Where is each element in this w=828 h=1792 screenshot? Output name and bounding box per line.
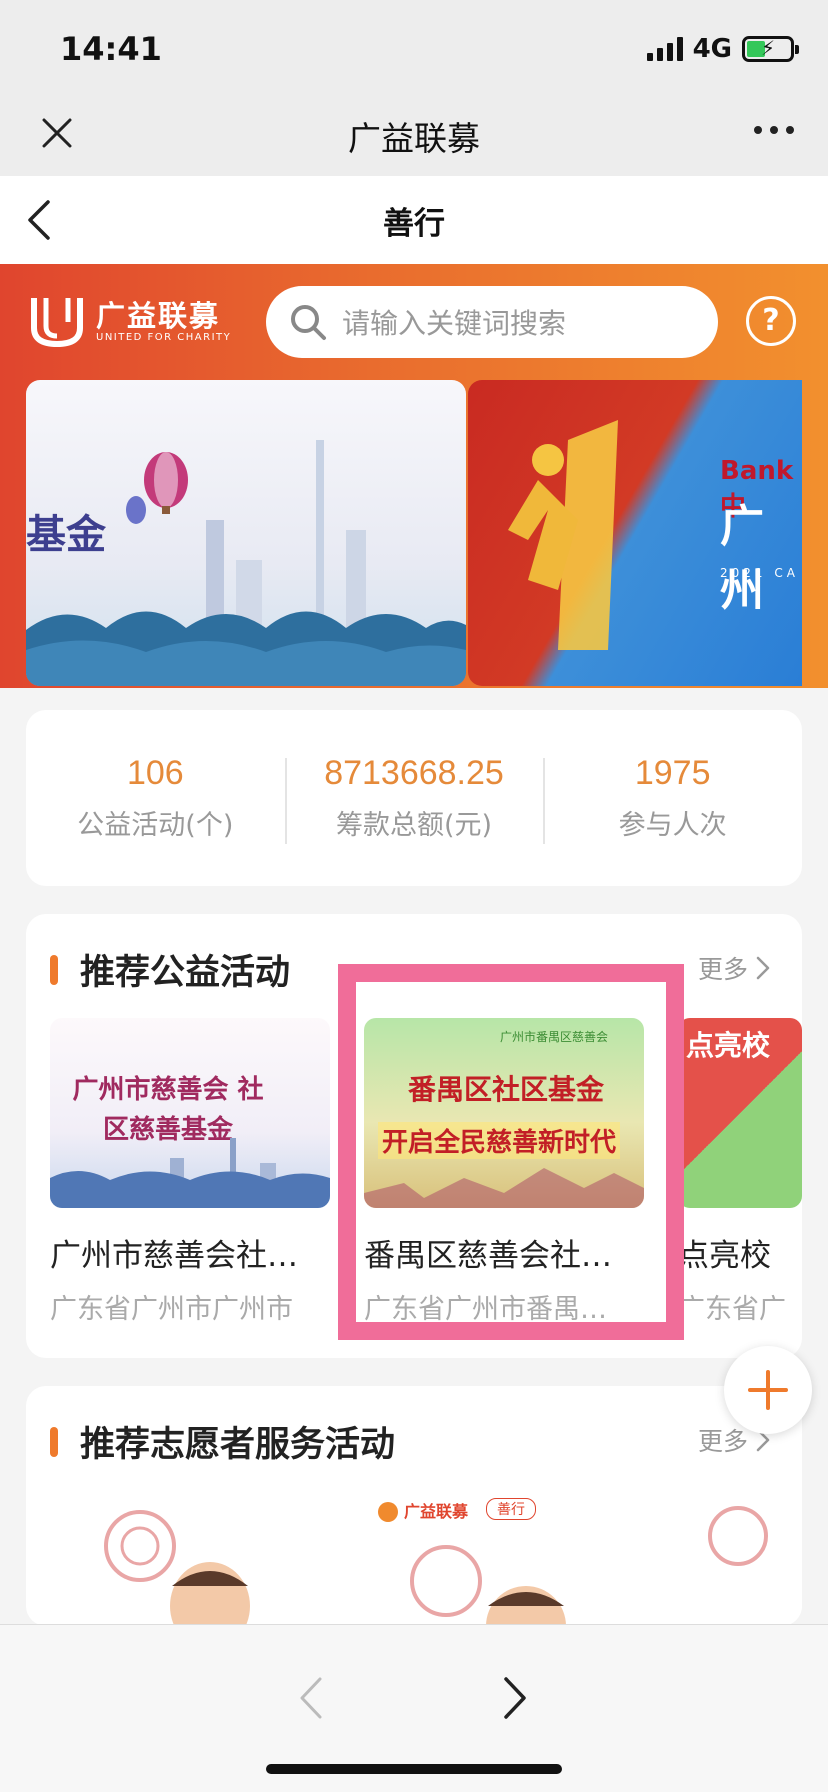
mini-program-bar: 广益联募 [0, 100, 828, 176]
activity-thumb-badge: 广州市番禺区慈善会 [500, 1030, 609, 1044]
hero-header: 广益联募 UNITED FOR CHARITY 请输入关键词搜索 ? 基金 Ba… [0, 264, 828, 688]
volunteer-card-tag: 善行 [486, 1498, 536, 1520]
stat-label: 筹款总额(元) [335, 810, 493, 841]
banner-2-text-3: 2021 CA [720, 566, 799, 580]
activity-thumb-title: 番禺区社区基金 [408, 1073, 605, 1106]
skyline-illustration [50, 1138, 330, 1208]
stat-value: 8713668.25 [324, 754, 504, 792]
stat-label: 参与人次 [618, 810, 727, 841]
activity-name: 点亮校 [678, 1238, 771, 1274]
activity-card[interactable]: 点亮校 点亮校 广东省广 [678, 1018, 802, 1326]
more-icon[interactable] [754, 126, 794, 134]
brand-logo: 广益联募 UNITED FOR CHARITY [28, 294, 231, 348]
activity-card[interactable]: 广州市慈善会 社区慈善基金 广州市慈善会社… 广东省广州市广州市 [50, 1018, 330, 1326]
stat-value: 1975 [634, 754, 711, 792]
activity-location: 广东省广州市广州市 [50, 1294, 293, 1325]
status-bar: 14:41 4G ⚡ [0, 0, 828, 100]
chevron-right-icon [756, 956, 770, 980]
volunteer-card[interactable] [688, 1486, 802, 1626]
logo-mark-icon [31, 298, 83, 348]
banner-2-text-2: 广州 [720, 501, 764, 616]
crowd-illustration [364, 1168, 644, 1208]
stat-label: 公益活动(个) [77, 810, 234, 841]
volunteer-card[interactable] [60, 1486, 332, 1626]
section-title: 推荐公益活动 [80, 953, 291, 993]
more-label: 更多 [697, 1427, 748, 1456]
status-time: 14:41 [60, 30, 162, 68]
child-photo-illustration [60, 1486, 332, 1626]
page-nav: 善行 [0, 176, 828, 264]
activity-card[interactable]: 广州市番禺区慈善会 番禺区社区基金 开启全民慈善新时代 番禺区慈善会社… 广东省… [364, 1018, 644, 1326]
recommended-activities-section: 推荐公益活动 更多 广州市慈善会 社区慈善基金 广州市慈善会社… 广东省广州市广… [26, 914, 802, 1358]
stat-value: 106 [126, 754, 184, 792]
logo-text-en: UNITED FOR CHARITY [96, 331, 232, 343]
section-header: 推荐志愿者服务活动 [50, 1416, 395, 1467]
plus-icon [748, 1370, 788, 1410]
volunteer-activities-section: 推荐志愿者服务活动 更多 广益联募 善行 [26, 1386, 802, 1626]
section-accent-bar [50, 954, 58, 985]
activity-location: 广东省广 [678, 1294, 786, 1325]
add-button[interactable] [724, 1346, 812, 1434]
activity-thumb-text: 点亮校 [686, 1029, 771, 1062]
city-skyline-illustration [26, 440, 466, 686]
mini-program-title: 广益联募 [348, 119, 480, 158]
activity-location: 广东省广州市番禺… [364, 1294, 607, 1325]
volunteer-card-logo: 广益联募 [404, 1502, 469, 1521]
section-header: 推荐公益活动 [50, 944, 290, 995]
activity-thumbnail: 广州市番禺区慈善会 番禺区社区基金 开启全民慈善新时代 [364, 1018, 644, 1208]
activity-name: 广州市慈善会社… [50, 1238, 298, 1274]
stat-activities: 106 公益活动(个) [26, 754, 285, 842]
banner-slide-1[interactable]: 基金 [26, 380, 466, 686]
banner-slide-2[interactable]: Bank 中 广州 2021 CA [468, 380, 802, 686]
search-placeholder: 请输入关键词搜索 [342, 307, 567, 340]
home-indicator [266, 1764, 562, 1774]
help-icon[interactable]: ? [746, 296, 796, 346]
volunteer-card[interactable]: 广益联募 善行 [366, 1486, 638, 1626]
section-title: 推荐志愿者服务活动 [80, 1425, 396, 1465]
signal-icon [646, 37, 683, 61]
activity-thumbnail: 点亮校 [678, 1018, 802, 1208]
stat-participants: 1975 参与人次 [543, 754, 802, 844]
back-arrow-icon[interactable] [296, 1673, 326, 1723]
activity-thumbnail: 广州市慈善会 社区慈善基金 [50, 1018, 330, 1208]
status-icons: 4G ⚡ [646, 34, 799, 64]
forward-arrow-icon[interactable] [500, 1673, 530, 1723]
section-accent-bar [50, 1426, 58, 1457]
search-icon [291, 305, 326, 340]
logo-text-cn: 广益联募 [96, 298, 221, 333]
stat-fundraising: 8713668.25 筹款总额(元) [284, 754, 544, 844]
network-label: 4G [692, 34, 732, 64]
battery-icon: ⚡ [742, 36, 799, 62]
more-link[interactable]: 更多 [698, 950, 770, 986]
stats-card: 106 公益活动(个) 8713668.25 筹款总额(元) 1975 参与人次 [26, 710, 802, 886]
activity-name: 番禺区慈善会社… [364, 1238, 612, 1274]
more-label: 更多 [697, 955, 748, 984]
search-bar[interactable]: 请输入关键词搜索 [266, 286, 718, 358]
page-title: 善行 [383, 206, 445, 242]
sun-illustration [688, 1486, 802, 1626]
